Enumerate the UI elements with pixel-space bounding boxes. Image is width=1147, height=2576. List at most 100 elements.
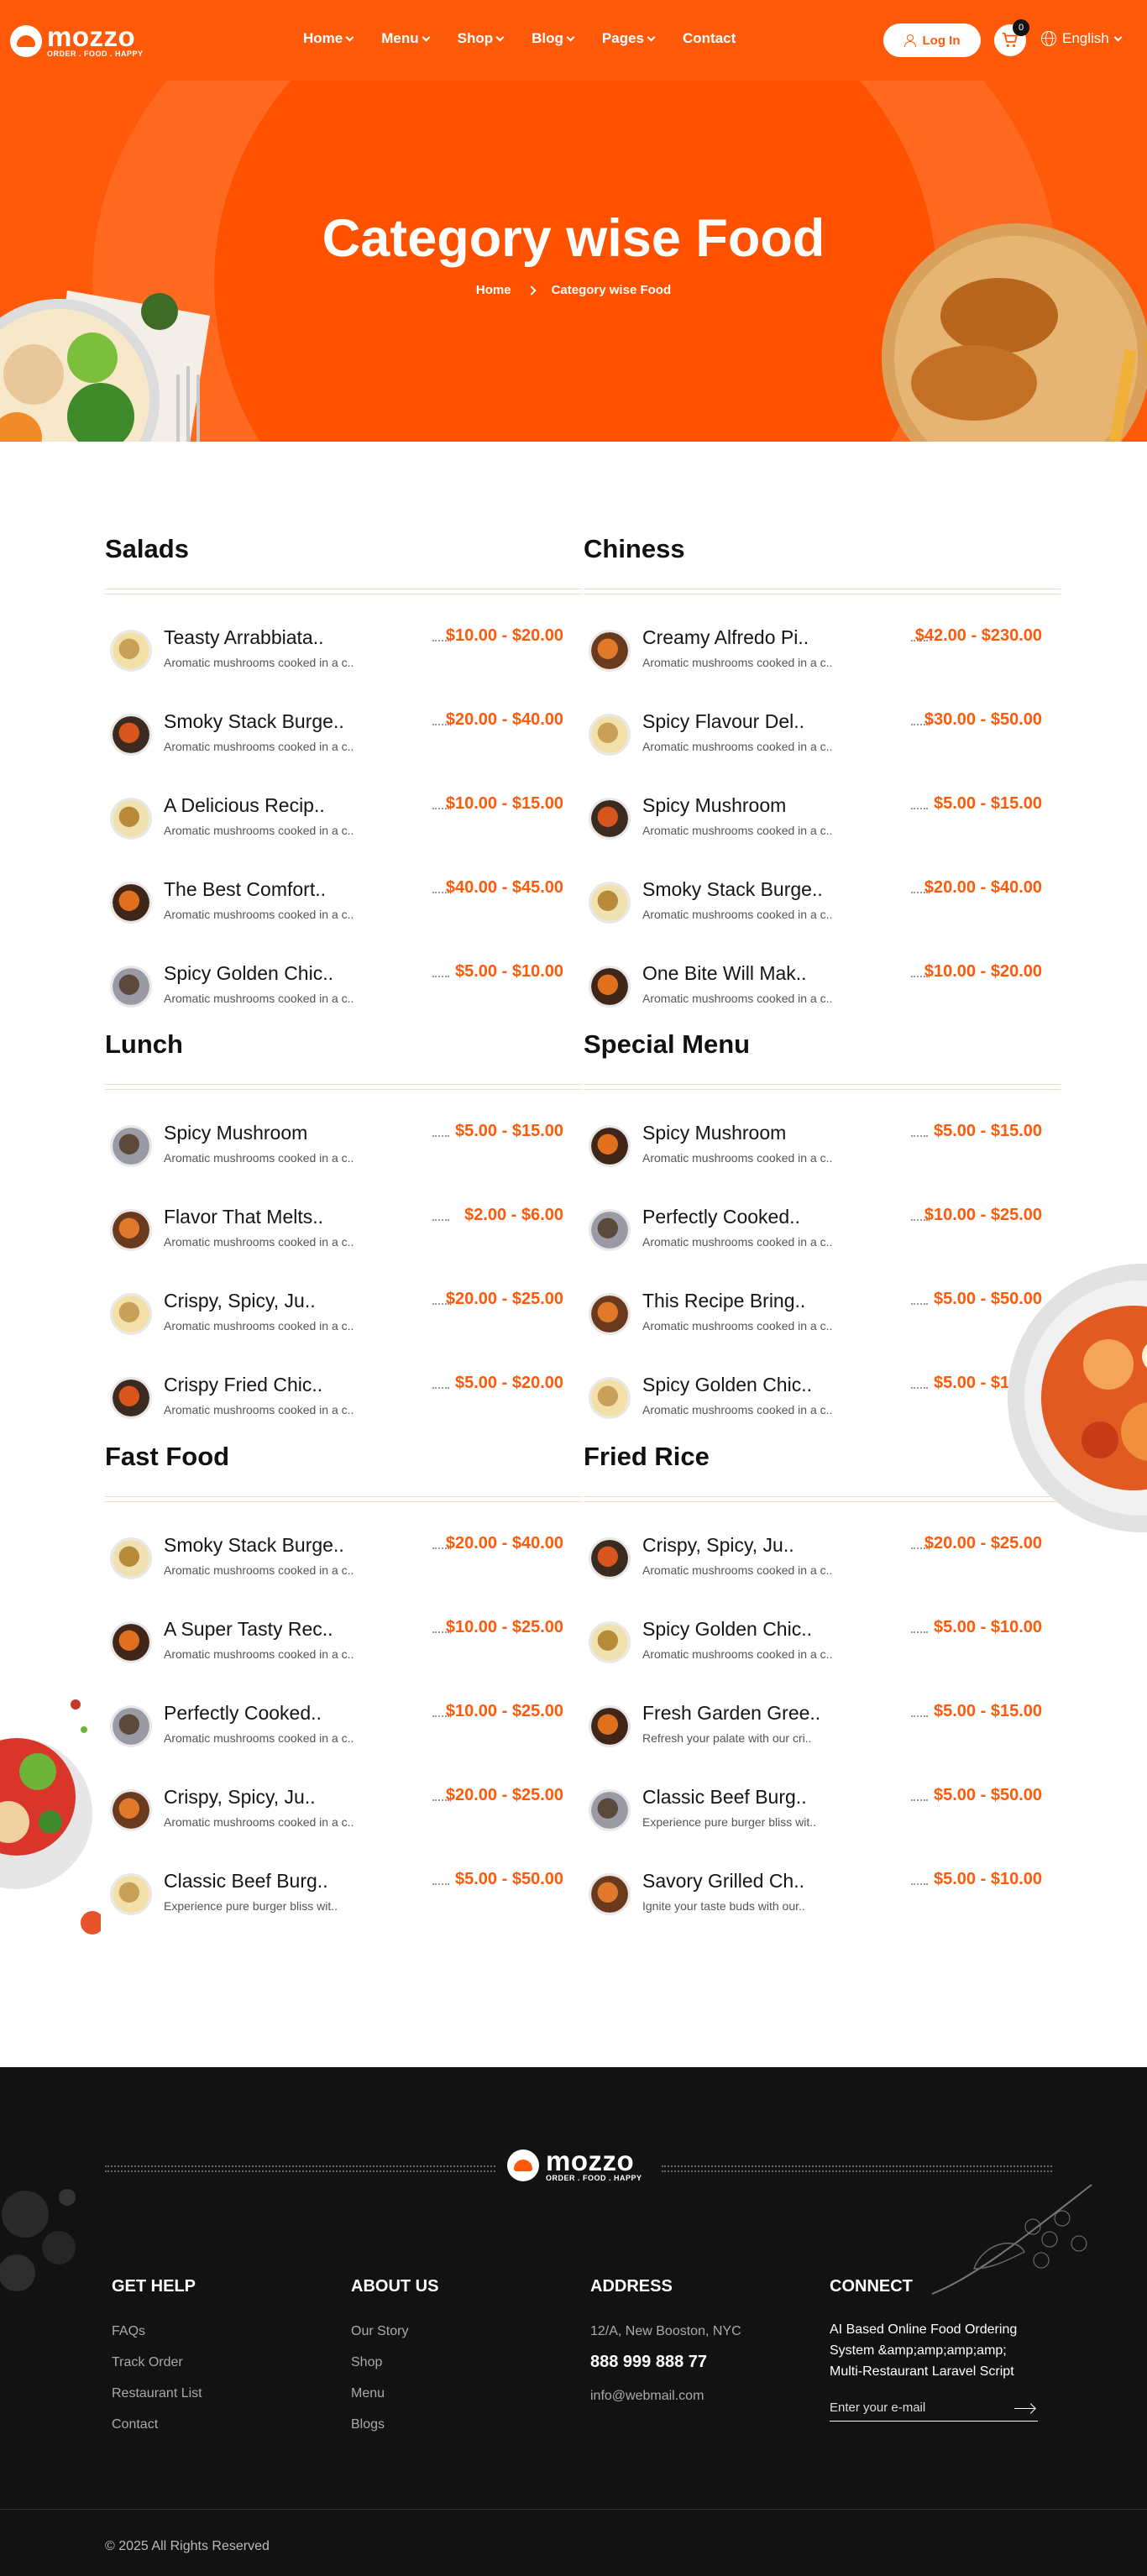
nav-menu[interactable]: Menu [381,30,431,47]
menu-item[interactable]: Smoky Stack Burge.. Aromatic mushrooms co… [110,1534,563,1584]
site-header: mozzo ORDER . FOOD . HAPPY Home Menu Sho… [0,0,1147,81]
menu-item-name: Savory Grilled Ch.. [642,1870,805,1892]
menu-item[interactable]: Classic Beef Burg.. Experience pure burge… [589,1786,1042,1836]
section-divider [584,589,1061,594]
food-thumbnail [589,1125,631,1167]
footer-link-restaurant-list[interactable]: Restaurant List [112,2386,202,2401]
menu-item-price: $5.00 - $10.00 [455,962,563,981]
menu-item[interactable]: One Bite Will Mak.. Aromatic mushrooms co… [589,962,1042,1013]
nav-blog[interactable]: Blog [532,30,575,47]
menu-item[interactable]: Spicy Mushroom Aromatic mushrooms cooked … [589,794,1042,845]
site-footer: mozzo ORDER . FOOD . HAPPY GET HELP FAQs… [0,2067,1147,2576]
cart-button[interactable]: 0 [994,19,1029,56]
menu-item[interactable]: This Recipe Bring.. Aromatic mushrooms co… [589,1290,1042,1340]
get-help-title: GET HELP [112,2277,196,2296]
dotted-leader [911,1631,928,1633]
nav-shop[interactable]: Shop [458,30,505,47]
newsletter-email-input[interactable] [830,2395,1038,2422]
nav-home[interactable]: Home [303,30,354,47]
menu-item-description: Refresh your palate with our cri.. [642,1731,812,1745]
menu-item-name: Fresh Garden Gree.. [642,1702,821,1724]
menu-item-description: Ignite your taste buds with our.. [642,1899,805,1913]
menu-item[interactable]: Classic Beef Burg.. Experience pure burge… [110,1870,563,1920]
footer-divider-left [105,2165,495,2172]
menu-item[interactable]: The Best Comfort.. Aromatic mushrooms coo… [110,878,563,929]
menu-item[interactable]: Creamy Alfredo Pi.. Aromatic mushrooms co… [589,626,1042,677]
breadcrumb-home[interactable]: Home [476,283,511,297]
logo-tagline: ORDER . FOOD . HAPPY [47,50,144,58]
menu-item[interactable]: Crispy Fried Chic.. Aromatic mushrooms co… [110,1374,563,1424]
menu-item[interactable]: Perfectly Cooked.. Aromatic mushrooms coo… [589,1206,1042,1256]
language-selector[interactable]: English [1041,30,1123,47]
login-button[interactable]: Log In [883,24,981,57]
menu-item[interactable]: Crispy, Spicy, Ju.. Aromatic mushrooms co… [110,1290,563,1340]
footer-link-menu[interactable]: Menu [351,2386,385,2401]
menu-item-price: $10.00 - $25.00 [445,1618,563,1636]
menu-item[interactable]: Spicy Golden Chic.. Aromatic mushrooms co… [589,1374,1042,1424]
section-divider [105,1496,582,1502]
menu-item-description: Aromatic mushrooms cooked in a c.. [642,1403,833,1416]
menu-item-description: Aromatic mushrooms cooked in a c.. [642,824,833,837]
copyright: © 2025 All Rights Reserved [105,2539,270,2553]
arrow-right-icon[interactable] [1014,2408,1034,2409]
menu-item[interactable]: A Super Tasty Rec.. Aromatic mushrooms co… [110,1618,563,1668]
menu-item-description: Aromatic mushrooms cooked in a c.. [642,1647,833,1661]
menu-item-description: Aromatic mushrooms cooked in a c.. [164,1403,354,1416]
footer-logo[interactable]: mozzo ORDER . FOOD . HAPPY [507,2147,642,2182]
menu-item-name: Spicy Golden Chic.. [642,1618,812,1640]
hero-banner: Category wise Food Home Category wise Fo… [0,81,1147,442]
logo[interactable]: mozzo ORDER . FOOD . HAPPY [10,23,144,58]
menu-item[interactable]: Smoky Stack Burge.. Aromatic mushrooms co… [110,710,563,761]
main-nav: Home Menu Shop Blog Pages Contact [303,30,736,47]
nav-contact[interactable]: Contact [683,30,736,47]
menu-item[interactable]: Spicy Mushroom Aromatic mushrooms cooked … [589,1122,1042,1172]
menu-item[interactable]: Fresh Garden Gree.. Refresh your palate w… [589,1702,1042,1752]
footer-link-blogs[interactable]: Blogs [351,2417,385,2432]
phone-number[interactable]: 888 999 888 77 [590,2353,707,2372]
food-thumbnail [110,1209,152,1251]
menu-item[interactable]: Spicy Mushroom Aromatic mushrooms cooked … [110,1122,563,1172]
menu-item-name: Perfectly Cooked.. [164,1702,322,1724]
menu-item-name: Crispy Fried Chic.. [164,1374,323,1395]
dotted-leader [432,1883,449,1885]
menu-item[interactable]: A Delicious Recip.. Aromatic mushrooms co… [110,794,563,845]
food-thumbnail [110,1705,152,1747]
menu-item-price: $10.00 - $20.00 [445,626,563,645]
menu-item-name: Smoky Stack Burge.. [164,710,344,732]
footer-link-our-story[interactable]: Our Story [351,2324,408,2339]
address-title: ADDRESS [590,2277,673,2296]
menu-item[interactable]: Flavor That Melts.. Aromatic mushrooms co… [110,1206,563,1256]
footer-link-track-order[interactable]: Track Order [112,2355,183,2370]
food-thumbnail [110,630,152,672]
food-thumbnail [110,1293,152,1335]
menu-item[interactable]: Crispy, Spicy, Ju.. Aromatic mushrooms co… [110,1786,563,1836]
berry-sketch-image [931,2184,1092,2295]
menu-item[interactable]: Perfectly Cooked.. Aromatic mushrooms coo… [110,1702,563,1752]
email-address[interactable]: info@webmail.com [590,2389,704,2404]
footer-link-contact[interactable]: Contact [112,2417,158,2432]
menu-item[interactable]: Spicy Golden Chic.. Aromatic mushrooms co… [110,962,563,1013]
connect-description: AI Based Online Food Ordering System &am… [830,2322,1018,2379]
menu-item-name: Spicy Golden Chic.. [164,962,333,984]
menu-item[interactable]: Crispy, Spicy, Ju.. Aromatic mushrooms co… [589,1534,1042,1584]
menu-item-price: $20.00 - $25.00 [445,1786,563,1804]
dotted-leader [911,1303,928,1305]
menu-item[interactable]: Smoky Stack Burge.. Aromatic mushrooms co… [589,878,1042,929]
menu-item[interactable]: Savory Grilled Ch.. Ignite your taste bud… [589,1870,1042,1920]
menu-item-name: Classic Beef Burg.. [642,1786,807,1808]
food-thumbnail [589,1873,631,1915]
nav-pages[interactable]: Pages [602,30,656,47]
menu-item-description: Aromatic mushrooms cooked in a c.. [164,1563,354,1577]
food-thumbnail [589,1789,631,1831]
menu-item[interactable]: Spicy Golden Chic.. Aromatic mushrooms co… [589,1618,1042,1668]
menu-item-price: $5.00 - $50.00 [934,1786,1042,1804]
footer-link-faqs[interactable]: FAQs [112,2324,145,2339]
dotted-leader [432,1135,449,1137]
menu-item-description: Aromatic mushrooms cooked in a c.. [642,1235,833,1249]
menu-item-price: $5.00 - $20.00 [455,1374,563,1392]
footer-link-shop[interactable]: Shop [351,2355,382,2370]
menu-item-description: Aromatic mushrooms cooked in a c.. [164,1151,354,1165]
menu-item[interactable]: Spicy Flavour Del.. Aromatic mushrooms co… [589,710,1042,761]
menu-item[interactable]: Teasty Arrabbiata.. Aromatic mushrooms co… [110,626,563,677]
food-thumbnail [589,1621,631,1663]
